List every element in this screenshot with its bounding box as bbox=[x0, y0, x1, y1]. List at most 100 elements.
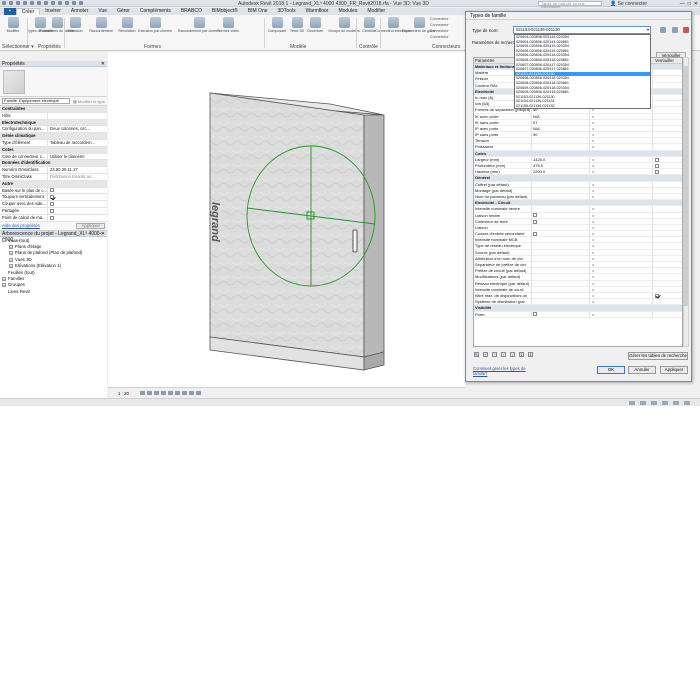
parameter-lock[interactable] bbox=[653, 231, 682, 236]
property-value[interactable]: Deux colonnes, circ... bbox=[48, 126, 107, 132]
parameter-lock[interactable] bbox=[653, 194, 682, 199]
parameter-lock[interactable] bbox=[653, 299, 682, 304]
select-pinned-icon[interactable] bbox=[651, 401, 657, 405]
parameter-value[interactable] bbox=[532, 299, 590, 305]
parameter-value[interactable] bbox=[532, 231, 590, 237]
parameter-value[interactable] bbox=[532, 218, 590, 224]
parameter-value[interactable] bbox=[532, 243, 590, 249]
parameter-lock[interactable] bbox=[653, 237, 682, 242]
property-checkbox[interactable] bbox=[50, 215, 54, 220]
ok-button[interactable]: OK bbox=[597, 366, 625, 374]
parameter-value[interactable]: N/A bbox=[532, 113, 590, 119]
parameter-formula[interactable]: = bbox=[590, 262, 653, 268]
tab-modules[interactable]: Modules bbox=[333, 8, 362, 15]
expand-toggle-icon[interactable]: − bbox=[2, 238, 6, 243]
parameter-lock[interactable] bbox=[653, 188, 682, 193]
cancel-button[interactable]: Annuler bbox=[628, 366, 656, 374]
property-value[interactable] bbox=[48, 188, 107, 194]
parameter-formula[interactable]: = bbox=[590, 119, 653, 125]
manage-lookup-tables-button[interactable]: Gérer les tables de recherche bbox=[628, 352, 688, 360]
header-lock[interactable]: Verrouiller bbox=[653, 58, 682, 63]
parameter-value[interactable] bbox=[532, 268, 590, 274]
parameter-lock[interactable] bbox=[653, 157, 682, 162]
expand-toggle-icon[interactable]: + bbox=[9, 257, 13, 262]
parameter-value[interactable] bbox=[532, 311, 590, 317]
parameter-value[interactable] bbox=[532, 249, 590, 255]
parameter-value[interactable]: 2200.0 bbox=[532, 169, 590, 175]
property-group-header[interactable]: Contraintes bbox=[0, 106, 107, 113]
parameter-formula[interactable]: = bbox=[590, 311, 653, 317]
parameter-formula[interactable]: = bbox=[590, 286, 653, 292]
shadows-icon[interactable] bbox=[161, 391, 166, 395]
model-group-button[interactable]: Groupe de modèles bbox=[328, 17, 360, 33]
parameter-formula[interactable]: = bbox=[590, 237, 653, 243]
property-value[interactable]: Distribution Boards an... bbox=[48, 174, 107, 180]
edit-parameter-icon[interactable]: ✎ bbox=[474, 352, 479, 357]
swept-blend-button[interactable]: Raccordement par chemin bbox=[178, 17, 220, 33]
parameter-value[interactable]: 1425.0 bbox=[532, 156, 590, 162]
property-value[interactable] bbox=[48, 194, 107, 200]
render-icon[interactable] bbox=[168, 391, 173, 395]
section-icon[interactable] bbox=[65, 1, 69, 5]
chevron-down-icon[interactable]: ▾ bbox=[647, 27, 649, 33]
parameter-lock[interactable] bbox=[653, 163, 682, 168]
parameter-formula[interactable]: = bbox=[590, 144, 653, 150]
property-group-header[interactable]: Cotes bbox=[0, 146, 107, 154]
parameter-value[interactable] bbox=[532, 286, 590, 292]
parameter-formula[interactable]: = bbox=[590, 243, 653, 249]
visual-style-icon[interactable] bbox=[147, 391, 152, 395]
search-input[interactable]: Tapez un mot-clé ou une expression bbox=[538, 1, 602, 9]
parameter-formula[interactable]: = bbox=[590, 138, 653, 144]
3d-view-icon[interactable] bbox=[58, 1, 62, 5]
text-3d-button[interactable]: Texte 3D bbox=[288, 17, 306, 33]
parameter-lock[interactable] bbox=[653, 76, 682, 81]
3d-view[interactable]: legrand bbox=[108, 52, 465, 387]
parameter-lock[interactable] bbox=[653, 268, 682, 273]
tab-view[interactable]: Vue bbox=[93, 8, 112, 15]
parameter-formula[interactable]: = bbox=[590, 218, 653, 224]
tab-addins[interactable]: Compléments bbox=[135, 8, 176, 15]
maximize-button[interactable]: □ bbox=[688, 1, 691, 7]
tab-modify[interactable]: Modifier bbox=[362, 8, 390, 15]
apply-button[interactable]: Appliquer bbox=[76, 222, 105, 229]
property-checkbox[interactable] bbox=[50, 188, 54, 193]
sign-in-button[interactable]: 👤 Se connecter bbox=[610, 1, 647, 7]
parameter-formula[interactable]: = bbox=[590, 206, 653, 212]
parameter-value[interactable]: 475.0 bbox=[532, 163, 590, 169]
connector-mini-4[interactable]: Connecteur bbox=[430, 35, 449, 39]
select-links-icon[interactable] bbox=[629, 401, 635, 405]
parameter-formula[interactable]: = bbox=[590, 163, 653, 169]
rename-type-icon[interactable] bbox=[672, 27, 678, 33]
parameter-lock[interactable] bbox=[653, 312, 682, 317]
parameter-lock[interactable] bbox=[653, 138, 682, 143]
parameter-checkbox[interactable] bbox=[655, 170, 659, 175]
reveal-hidden-icon[interactable] bbox=[196, 391, 201, 395]
parameter-value[interactable] bbox=[532, 274, 590, 280]
select-by-face-icon[interactable] bbox=[662, 401, 668, 405]
property-checkbox[interactable] bbox=[50, 202, 54, 207]
view-scale[interactable]: 1 : 20 bbox=[118, 391, 129, 396]
crop-icon[interactable] bbox=[175, 391, 180, 395]
filter-icon[interactable] bbox=[684, 401, 690, 405]
modify-button[interactable]: Modifier bbox=[4, 17, 22, 33]
property-group-header[interactable]: Génie climatique bbox=[0, 133, 107, 140]
duct-connector-button[interactable]: Connecteur de gaine bbox=[402, 17, 436, 33]
parameter-lock[interactable] bbox=[653, 281, 682, 286]
parameter-formula[interactable]: = bbox=[590, 169, 653, 175]
type-name-combobox[interactable]: 021153-021136-021130 ▾ bbox=[513, 26, 651, 34]
apply-button[interactable]: Appliquer bbox=[660, 366, 688, 374]
parameter-lock[interactable] bbox=[653, 293, 682, 298]
tab-warmfloor[interactable]: Warmfloor bbox=[301, 8, 334, 15]
select-underlay-icon[interactable] bbox=[640, 401, 646, 405]
print-icon[interactable] bbox=[37, 1, 41, 5]
property-value[interactable] bbox=[48, 215, 107, 221]
parameter-value[interactable]: 30 bbox=[532, 132, 590, 138]
parameter-lock[interactable] bbox=[653, 182, 682, 187]
expand-toggle-icon[interactable]: + bbox=[9, 263, 13, 268]
measure-icon[interactable] bbox=[44, 1, 48, 5]
text-icon[interactable] bbox=[51, 1, 55, 5]
close-icon[interactable]: ✕ bbox=[101, 231, 105, 237]
property-value[interactable] bbox=[48, 201, 107, 207]
connector-mini-3[interactable]: Connecteur bbox=[430, 29, 449, 33]
property-value[interactable]: Utiliser le diamètre bbox=[48, 154, 107, 160]
